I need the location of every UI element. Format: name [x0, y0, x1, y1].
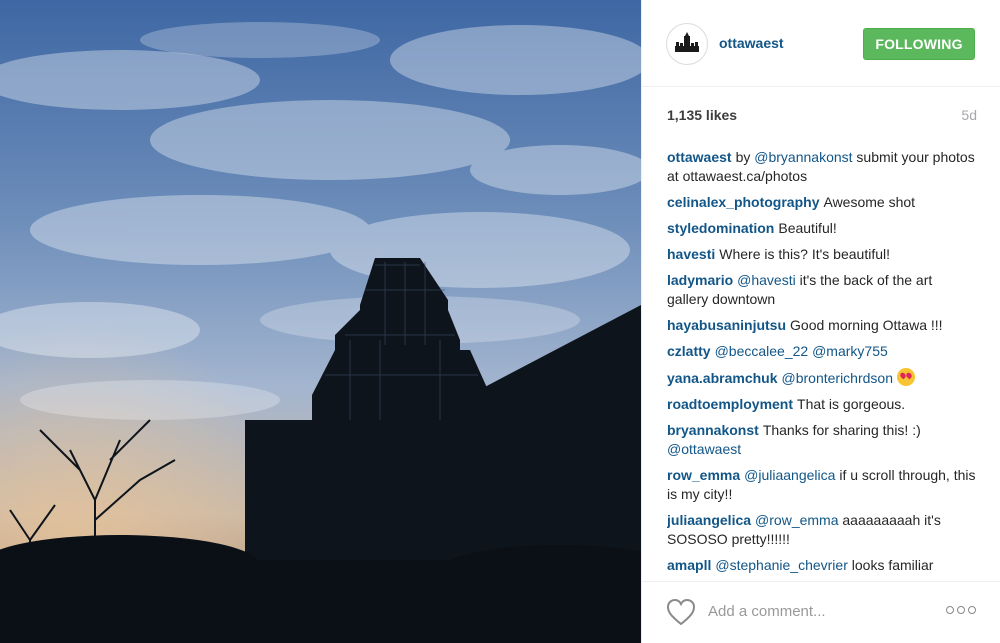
comment-item: celinalex_photography Awesome shot [667, 193, 977, 212]
post-details-panel: ottawaest FOLLOWING 1,135 likes 5d ottaw… [641, 0, 1000, 643]
comment-author[interactable]: celinalex_photography [667, 194, 819, 210]
comment-mention[interactable]: @marky755 [812, 343, 888, 359]
comment-item: ladymario @havesti it's the back of the a… [667, 271, 977, 309]
comment-item: yana.abramchuk @bronterichrdson [667, 368, 977, 388]
likes-row: 1,135 likes 5d [667, 107, 977, 127]
comment-author[interactable]: czlatty [667, 343, 711, 359]
comment-text: Where is this? It's beautiful! [719, 246, 890, 262]
likes-count[interactable]: 1,135 likes [667, 107, 737, 123]
more-dot [968, 606, 976, 614]
comment-author[interactable]: yana.abramchuk [667, 370, 778, 386]
comment-author[interactable]: row_emma [667, 467, 740, 483]
comment-item: row_emma @juliaangelica if u scroll throu… [667, 466, 977, 504]
comment-mention[interactable]: @juliaangelica [744, 467, 835, 483]
avatar[interactable] [666, 23, 708, 65]
post-photo[interactable] [0, 0, 641, 643]
comment-item: styledomination Beautiful! [667, 219, 977, 238]
comment-item: amapll @stephanie_chevrier looks familiar [667, 556, 977, 575]
comment-author[interactable]: ladymario [667, 272, 733, 288]
post-header: ottawaest FOLLOWING [642, 0, 1000, 87]
heart-icon[interactable] [666, 598, 696, 626]
more-dot [957, 606, 965, 614]
comment-author[interactable]: roadtoemployment [667, 396, 793, 412]
post-age: 5d [961, 107, 977, 123]
comment-mention[interactable]: @stephanie_chevrier [715, 557, 848, 573]
comment-text: looks familiar [847, 557, 934, 573]
comment-item: czlatty @beccalee_22 @marky755 [667, 342, 977, 361]
comment-text: Beautiful! [778, 220, 837, 236]
comment-text: Awesome shot [823, 194, 916, 210]
comment-mention[interactable]: @beccalee_22 [715, 343, 809, 359]
parliament-logo-icon [675, 32, 699, 52]
heart-eyes-emoji-icon [896, 368, 915, 386]
add-comment-input[interactable] [708, 599, 928, 623]
comment-item: ottawaest by @bryannakonst submit your ph… [667, 148, 977, 186]
comment-author[interactable]: styledomination [667, 220, 774, 236]
comment-author[interactable]: havesti [667, 246, 715, 262]
comments-list: ottawaest by @bryannakonst submit your ph… [667, 148, 977, 580]
comment-author[interactable]: hayabusaninjutsu [667, 317, 786, 333]
comment-item: havesti Where is this? It's beautiful! [667, 245, 977, 264]
comment-mention[interactable]: @row_emma [755, 512, 838, 528]
following-button[interactable]: FOLLOWING [863, 28, 975, 60]
comment-text: Good morning Ottawa !!! [790, 317, 943, 333]
comment-author[interactable]: bryannakonst [667, 422, 759, 438]
comment-text: by [735, 149, 755, 165]
comment-text: Thanks for sharing this! :) [762, 422, 921, 438]
more-dot [946, 606, 954, 614]
comment-mention[interactable]: @havesti [737, 272, 796, 288]
more-options-icon[interactable] [946, 602, 976, 618]
comment-author[interactable]: amapll [667, 557, 711, 573]
comment-item: bryannakonst Thanks for sharing this! :) … [667, 421, 977, 459]
comment-item: roadtoemployment That is gorgeous. [667, 395, 977, 414]
comment-text: That is gorgeous. [797, 396, 906, 412]
comment-author[interactable]: juliaangelica [667, 512, 751, 528]
comment-item: juliaangelica @row_emma aaaaaaaaah it's S… [667, 511, 977, 549]
comment-item: hayabusaninjutsu Good morning Ottawa !!! [667, 316, 977, 335]
comment-footer [642, 581, 1000, 643]
comment-mention[interactable]: @bryannakonst [754, 149, 852, 165]
gallery-silhouette-photo [0, 0, 641, 643]
comment-mention[interactable]: @bronterichrdson [782, 370, 894, 386]
comment-author[interactable]: ottawaest [667, 149, 732, 165]
post-username[interactable]: ottawaest [719, 35, 784, 51]
comment-mention[interactable]: @ottawaest [667, 441, 741, 457]
